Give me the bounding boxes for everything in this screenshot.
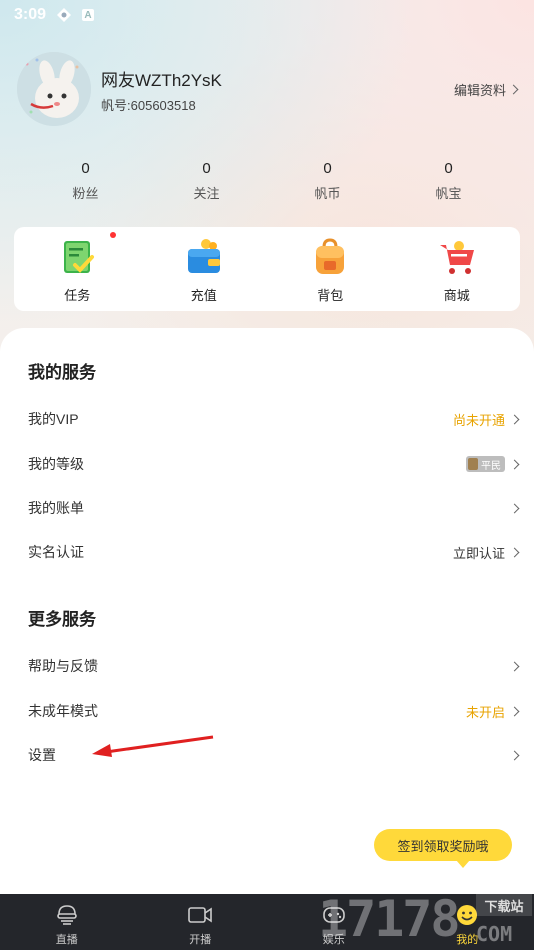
chevron-right-icon [509, 414, 520, 424]
quick-action-label: 任务 [64, 288, 91, 303]
quick-action-shop[interactable]: 商城 [394, 227, 521, 311]
stat-label: 帆币 [314, 186, 341, 201]
row-help-feedback[interactable]: 帮助与反馈 [28, 651, 520, 681]
chevron-right-icon [509, 750, 520, 760]
watermark-domain: COM [476, 922, 513, 946]
stat-coins[interactable]: 0 帆币 [267, 160, 388, 202]
auth-status-value: 立即认证 [452, 545, 505, 561]
live-icon [56, 905, 77, 925]
row-my-bills[interactable]: 我的账单 [28, 493, 520, 523]
avatar[interactable] [17, 52, 91, 126]
row-minor-mode[interactable]: 未成年模式 未开启 [28, 696, 520, 726]
nav-go-live[interactable]: 开播 [134, 894, 268, 950]
vip-status-value: 尚未开通 [452, 412, 505, 428]
quick-action-recharge[interactable]: 充值 [141, 227, 268, 311]
stat-value: 0 [444, 160, 453, 177]
stat-treasure[interactable]: 0 帆宝 [388, 160, 509, 202]
row-my-vip[interactable]: 我的VIP 尚未开通 [28, 404, 520, 434]
edit-profile-label: 编辑资料 [453, 83, 506, 98]
nav-label: 直播 [55, 934, 78, 946]
chevron-right-icon [509, 661, 520, 671]
chevron-right-icon [509, 547, 520, 557]
level-value: 平民 [481, 460, 501, 472]
watermark-number: 17178 [318, 890, 461, 948]
chevron-right-icon [508, 84, 519, 95]
level-badge: 平民 [466, 456, 505, 472]
stat-value: 0 [202, 160, 211, 177]
chevron-right-icon [509, 706, 520, 716]
quick-action-task[interactable]: 任务 [14, 227, 141, 311]
stats-row: 0 粉丝 0 关注 0 帆币 0 帆宝 [25, 160, 509, 202]
more-services-title: 更多服务 [28, 610, 96, 629]
my-services-title: 我的服务 [28, 363, 96, 382]
sign-in-tooltip[interactable]: 签到领取奖励哦 [374, 829, 512, 868]
account-number: 605603518 [130, 98, 196, 113]
stat-following[interactable]: 0 关注 [146, 160, 267, 202]
row-label: 帮助与反馈 [28, 658, 98, 674]
stat-value: 0 [323, 160, 332, 177]
app-notification-icon: A [82, 9, 95, 21]
row-my-level[interactable]: 我的等级 平民 [28, 449, 520, 479]
sync-icon [56, 7, 72, 23]
status-time: 3:09 [14, 6, 47, 23]
chevron-right-icon [509, 459, 520, 469]
status-bar: 3:09 A [0, 0, 534, 30]
quick-action-label: 商城 [443, 288, 470, 303]
quick-action-label: 背包 [317, 288, 344, 303]
nav-live[interactable]: 直播 [0, 894, 134, 950]
stat-label: 帆宝 [435, 186, 462, 201]
stat-value: 0 [81, 160, 90, 177]
account-id: 帆号:605603518 [101, 95, 196, 114]
quick-actions-card: 任务 充值 背包 商城 [14, 227, 520, 311]
watermark-site: 下载站 [476, 894, 532, 916]
cart-icon [439, 241, 474, 274]
stat-label: 粉丝 [72, 186, 99, 201]
row-label: 设置 [28, 747, 56, 763]
level-icon [468, 458, 478, 470]
stat-label: 关注 [193, 186, 220, 201]
username: 网友WZTh2YsK [101, 71, 222, 90]
row-label: 未成年模式 [28, 703, 98, 719]
camera-icon [188, 907, 213, 923]
edit-profile-link[interactable]: 编辑资料 [453, 80, 519, 99]
notification-dot [110, 232, 116, 238]
task-icon [64, 241, 95, 273]
nav-label: 开播 [189, 934, 212, 946]
chevron-right-icon [509, 503, 520, 513]
annotation-arrow-icon [92, 735, 214, 757]
minor-mode-value: 未开启 [465, 704, 505, 720]
nav-label: 我的 [456, 934, 479, 946]
quick-action-backpack[interactable]: 背包 [267, 227, 394, 311]
row-label: 我的账单 [28, 500, 84, 516]
wallet-icon [187, 239, 220, 273]
row-label: 我的等级 [28, 456, 84, 472]
row-label: 实名认证 [28, 544, 84, 560]
account-label: 帆号: [101, 98, 131, 113]
backpack-icon [316, 238, 345, 274]
row-label: 我的VIP [28, 411, 79, 427]
stat-fans[interactable]: 0 粉丝 [25, 160, 146, 202]
quick-action-label: 充值 [190, 288, 217, 303]
row-real-name-auth[interactable]: 实名认证 立即认证 [28, 537, 520, 567]
